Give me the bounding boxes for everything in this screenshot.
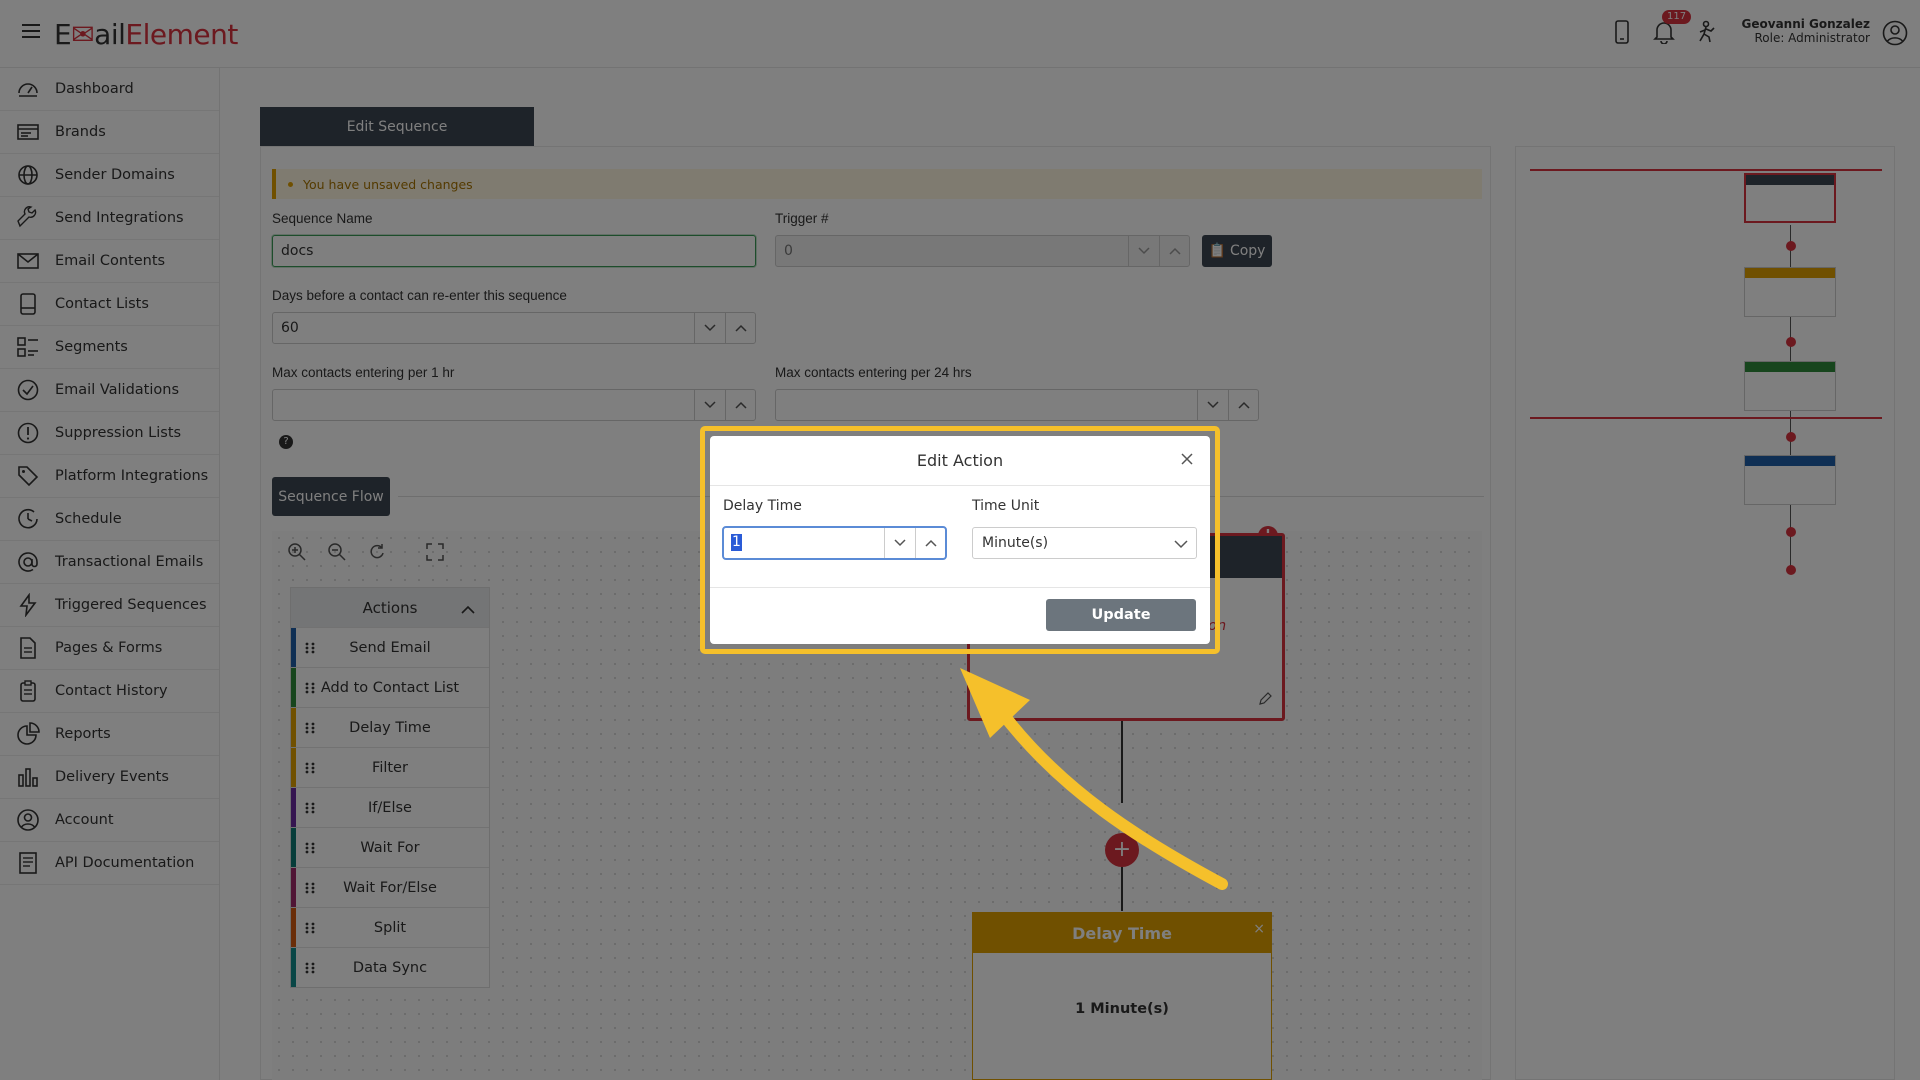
delay-time-input[interactable]: 1 xyxy=(722,526,947,560)
annotation-arrow-icon xyxy=(960,668,1228,890)
delay-time-label: Delay Time xyxy=(723,498,802,514)
chevron-down-icon xyxy=(1174,537,1188,553)
time-unit-value: Minute(s) xyxy=(982,535,1049,551)
time-unit-select[interactable]: Minute(s) xyxy=(972,527,1197,559)
delay-time-value: 1 xyxy=(731,534,742,551)
close-icon[interactable] xyxy=(1178,450,1196,468)
time-unit-label: Time Unit xyxy=(972,498,1040,514)
increment-chevron-icon[interactable] xyxy=(915,528,946,558)
modal-title: Edit Action xyxy=(710,436,1210,486)
update-button[interactable]: Update xyxy=(1046,599,1196,631)
edit-action-modal: Edit Action Delay Time 1 Time Unit Minut… xyxy=(710,436,1210,644)
modal-divider xyxy=(710,587,1210,588)
decrement-chevron-icon[interactable] xyxy=(884,528,915,558)
